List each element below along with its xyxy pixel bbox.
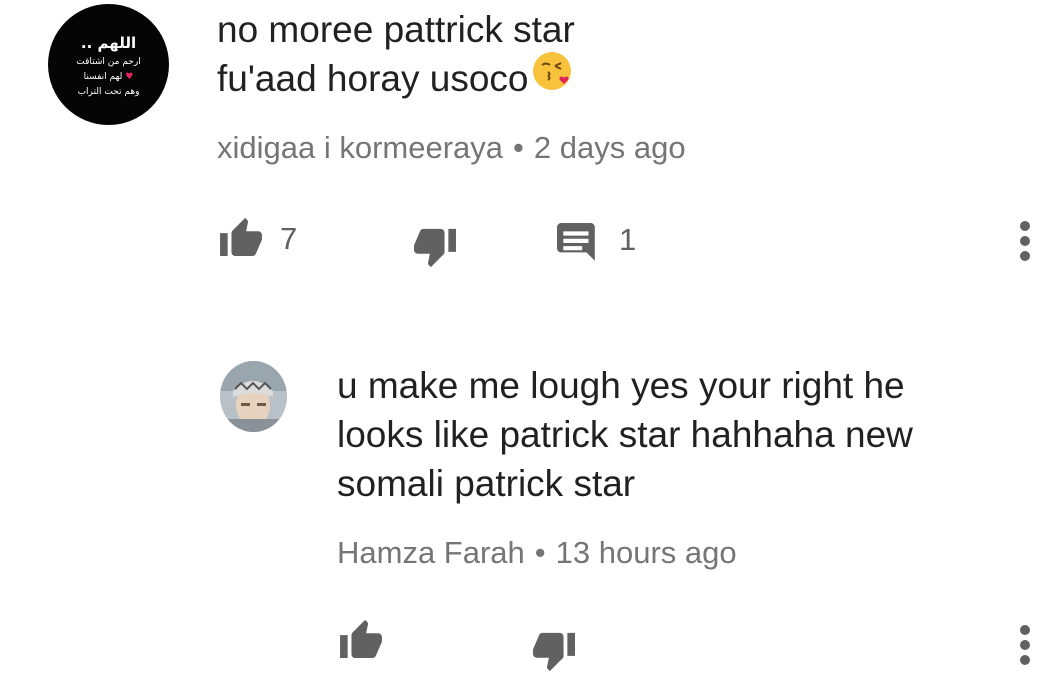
more-options-button[interactable] bbox=[1018, 220, 1032, 269]
reply-more-options-button[interactable] bbox=[1018, 624, 1032, 673]
comment-meta: xidigaa i kormeeraya • 2 days ago bbox=[217, 130, 686, 166]
comment-time: 2 days ago bbox=[533, 130, 686, 165]
reply-meta: Hamza Farah • 13 hours ago bbox=[337, 535, 737, 571]
comment-icon bbox=[557, 223, 599, 270]
comment-line: fu'aad horay usoco bbox=[217, 52, 575, 104]
more-vertical-icon bbox=[1018, 220, 1032, 269]
comments-thread: اللهم .. ارحم من اشتاقت ♥ لهم انفسنا وهم… bbox=[0, 0, 1063, 696]
reply-line: somali patrick star bbox=[337, 463, 636, 504]
commenter-avatar[interactable]: اللهم .. ارحم من اشتاقت ♥ لهم انفسنا وهم… bbox=[48, 4, 169, 125]
avatar-text-line: ارحم من اشتاقت bbox=[76, 57, 141, 67]
thumbs-down-icon bbox=[412, 227, 458, 274]
avatar-text-line: اللهم .. bbox=[80, 34, 137, 52]
like-count: 7 bbox=[280, 220, 298, 256]
like-button[interactable]: 7 bbox=[218, 216, 297, 261]
comment-text: no moree pattrick star fu'aad horay usoc… bbox=[217, 5, 575, 104]
dislike-button[interactable] bbox=[412, 227, 458, 274]
meta-separator: • bbox=[534, 535, 546, 570]
thumbs-down-icon bbox=[531, 631, 577, 678]
reply-count: 1 bbox=[619, 221, 637, 257]
reply-time: 13 hours ago bbox=[555, 535, 737, 570]
avatar-text-line: ♥ لهم انفسنا bbox=[83, 72, 134, 82]
thumbs-up-icon bbox=[338, 618, 384, 663]
reply-avatar[interactable] bbox=[220, 361, 287, 432]
avatar-text-line: وهم تحت التراب bbox=[77, 87, 140, 97]
thumbs-up-icon bbox=[218, 216, 264, 261]
reply-like-button[interactable] bbox=[338, 618, 384, 663]
meta-separator: • bbox=[513, 130, 524, 165]
reply-text: u make me lough yes your right he looks … bbox=[337, 361, 913, 508]
reply-dislike-button[interactable] bbox=[531, 631, 577, 678]
reply-line: u make me lough yes your right he bbox=[337, 365, 905, 406]
comment-line: no moree pattrick star bbox=[217, 9, 575, 50]
heart-icon: ♥ bbox=[125, 72, 134, 82]
more-vertical-icon bbox=[1018, 624, 1032, 673]
reply-author[interactable]: Hamza Farah bbox=[337, 535, 525, 570]
reply-line: looks like patrick star hahhaha new bbox=[337, 414, 913, 455]
kissing-face-emoji bbox=[531, 50, 573, 104]
reply-button[interactable]: 1 bbox=[557, 221, 637, 270]
comment-author[interactable]: xidigaa i kormeeraya bbox=[217, 130, 503, 165]
